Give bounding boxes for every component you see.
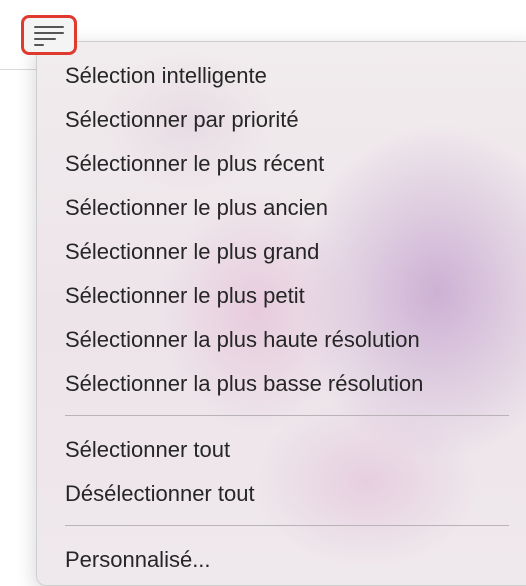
menu-item-smart-selection[interactable]: Sélection intelligente	[65, 58, 267, 94]
menu-item-deselect-all[interactable]: Désélectionner tout	[65, 476, 255, 512]
page: Sélection intelligente Sélectionner par …	[0, 0, 526, 586]
selection-menu: Sélection intelligente Sélectionner par …	[36, 41, 526, 586]
menu-item-select-highest-resolution[interactable]: Sélectionner la plus haute résolution	[65, 322, 420, 358]
menu-item-select-all[interactable]: Sélectionner tout	[65, 432, 230, 468]
menu-item-select-oldest[interactable]: Sélectionner le plus ancien	[65, 190, 328, 226]
menu-item-select-smallest[interactable]: Sélectionner le plus petit	[65, 278, 305, 314]
menu-separator	[65, 415, 509, 416]
menu-item-select-largest[interactable]: Sélectionner le plus grand	[65, 234, 319, 270]
menu-separator	[65, 525, 509, 526]
toolbar-divider	[0, 69, 36, 70]
menu-item-custom[interactable]: Personnalisé...	[65, 542, 211, 578]
menu-item-select-by-priority[interactable]: Sélectionner par priorité	[65, 102, 299, 138]
list-filter-icon	[33, 24, 65, 46]
selection-menu-button[interactable]	[21, 15, 77, 55]
menu-item-select-lowest-resolution[interactable]: Sélectionner la plus basse résolution	[65, 366, 423, 402]
menu-item-select-newest[interactable]: Sélectionner le plus récent	[65, 146, 324, 182]
